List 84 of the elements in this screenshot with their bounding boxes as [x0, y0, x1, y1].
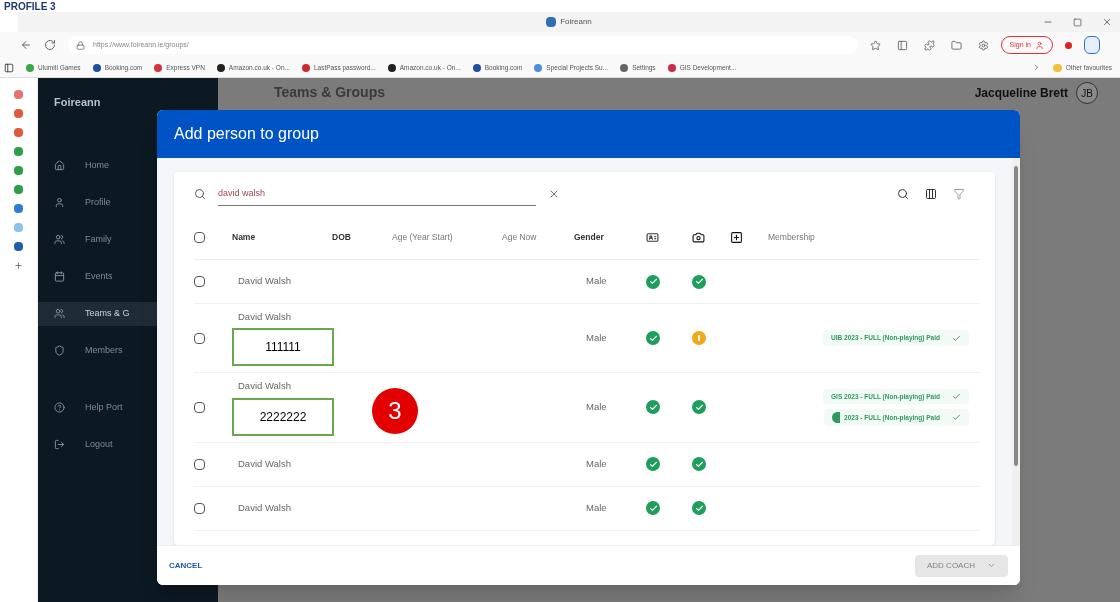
gender-text: Male [586, 400, 608, 415]
search-icon [194, 188, 206, 200]
search-field[interactable]: david walsh [218, 182, 536, 206]
nav-item[interactable]: Help Port [38, 395, 218, 420]
nav-icon [54, 402, 65, 413]
maximize-icon[interactable] [1073, 17, 1082, 27]
brand-name: Foireann [54, 95, 102, 110]
profile-icon [1035, 40, 1044, 50]
lock-icon [76, 40, 85, 50]
row-checkbox[interactable] [194, 502, 205, 514]
row-checkbox[interactable] [194, 401, 205, 413]
tick-icon [952, 413, 961, 423]
collections-icon[interactable] [950, 39, 962, 51]
column-header[interactable]: Age Now [502, 231, 574, 244]
person-name: David Walsh [237, 500, 292, 515]
sidebar-app-icon[interactable] [14, 128, 23, 137]
user-avatar[interactable]: JB [1076, 82, 1098, 104]
person-name: David Walsh [237, 379, 292, 394]
column-header[interactable]: Membership [768, 231, 979, 244]
column-header[interactable]: Name [232, 231, 332, 244]
sidebar-app-icon[interactable] [14, 242, 23, 251]
user-name: Jacqueline Brett [974, 85, 1068, 102]
sidebar-app-icon[interactable] [14, 147, 23, 156]
clear-icon[interactable] [548, 188, 560, 200]
favourite-icon[interactable] [869, 39, 881, 51]
sidebar-toggle-icon[interactable] [4, 62, 14, 73]
sidebar-app-icon[interactable] [14, 109, 23, 118]
id-callout: 2222222 [232, 397, 334, 436]
nav-icon [54, 271, 65, 282]
nav-icon [54, 234, 65, 245]
page-title: Teams & Groups [274, 83, 385, 102]
row-checkbox[interactable] [194, 276, 205, 287]
settings-icon[interactable] [977, 39, 989, 51]
gender-text: Male [586, 274, 608, 289]
nav-icon [54, 197, 65, 208]
columns-icon[interactable] [925, 188, 937, 200]
caret-icon [987, 561, 996, 570]
dialog-title: Add person to group [174, 124, 319, 144]
nav-item[interactable]: Members [38, 338, 218, 363]
plus-square-icon [730, 231, 743, 244]
person-name: David Walsh [237, 456, 292, 471]
column-header[interactable]: DOB [332, 231, 392, 244]
extensions-icon[interactable] [923, 39, 935, 51]
select-all-checkbox[interactable] [194, 232, 205, 243]
nav-icon [54, 345, 65, 356]
id-card-icon [646, 231, 659, 244]
gender-text: Male [586, 331, 608, 345]
add-icon[interactable] [14, 261, 23, 270]
nav-item[interactable]: Logout [38, 432, 218, 457]
camera-icon [692, 231, 705, 244]
column-header[interactable]: Age (Year Start) [392, 231, 502, 244]
annotation-heading: PROFILE 3 [4, 1, 56, 12]
person-name: David Walsh [237, 274, 292, 289]
nav-icon [54, 439, 65, 450]
row-checkbox[interactable] [194, 458, 205, 470]
tick-icon [952, 391, 961, 401]
sidebar-app-icon[interactable] [14, 185, 23, 194]
nav-icon [54, 160, 65, 171]
site-icon [546, 17, 557, 27]
nav-item[interactable]: Family [38, 227, 218, 252]
nav-icon [54, 308, 65, 319]
sidebar-app-icon[interactable] [14, 90, 23, 99]
column-header[interactable]: Gender [574, 231, 646, 244]
tab-title[interactable]: Foireann [560, 16, 592, 28]
tick-icon [952, 333, 961, 343]
close-icon[interactable] [1102, 17, 1112, 27]
filter-icon[interactable] [953, 188, 965, 200]
nav-item[interactable]: Profile [38, 190, 218, 215]
person-name: David Walsh [237, 310, 292, 324]
id-callout: 111111 [232, 328, 334, 367]
gender-text: Male [586, 456, 608, 471]
back-icon[interactable] [20, 39, 32, 51]
reload-icon[interactable] [44, 39, 56, 51]
sidebar-app-icon[interactable] [14, 166, 23, 175]
cancel-button[interactable]: CANCEL [169, 559, 203, 572]
nav-item[interactable]: Home [38, 153, 218, 178]
row-checkbox[interactable] [194, 332, 205, 344]
split-screen-icon[interactable] [896, 39, 908, 51]
chat-logo-icon[interactable] [1084, 36, 1100, 54]
gender-text: Male [586, 500, 608, 515]
nav-item[interactable]: Events [38, 264, 218, 289]
crest-icon [832, 412, 841, 424]
sidebar-app-icon[interactable] [14, 204, 23, 213]
search-icon[interactable] [897, 188, 909, 200]
